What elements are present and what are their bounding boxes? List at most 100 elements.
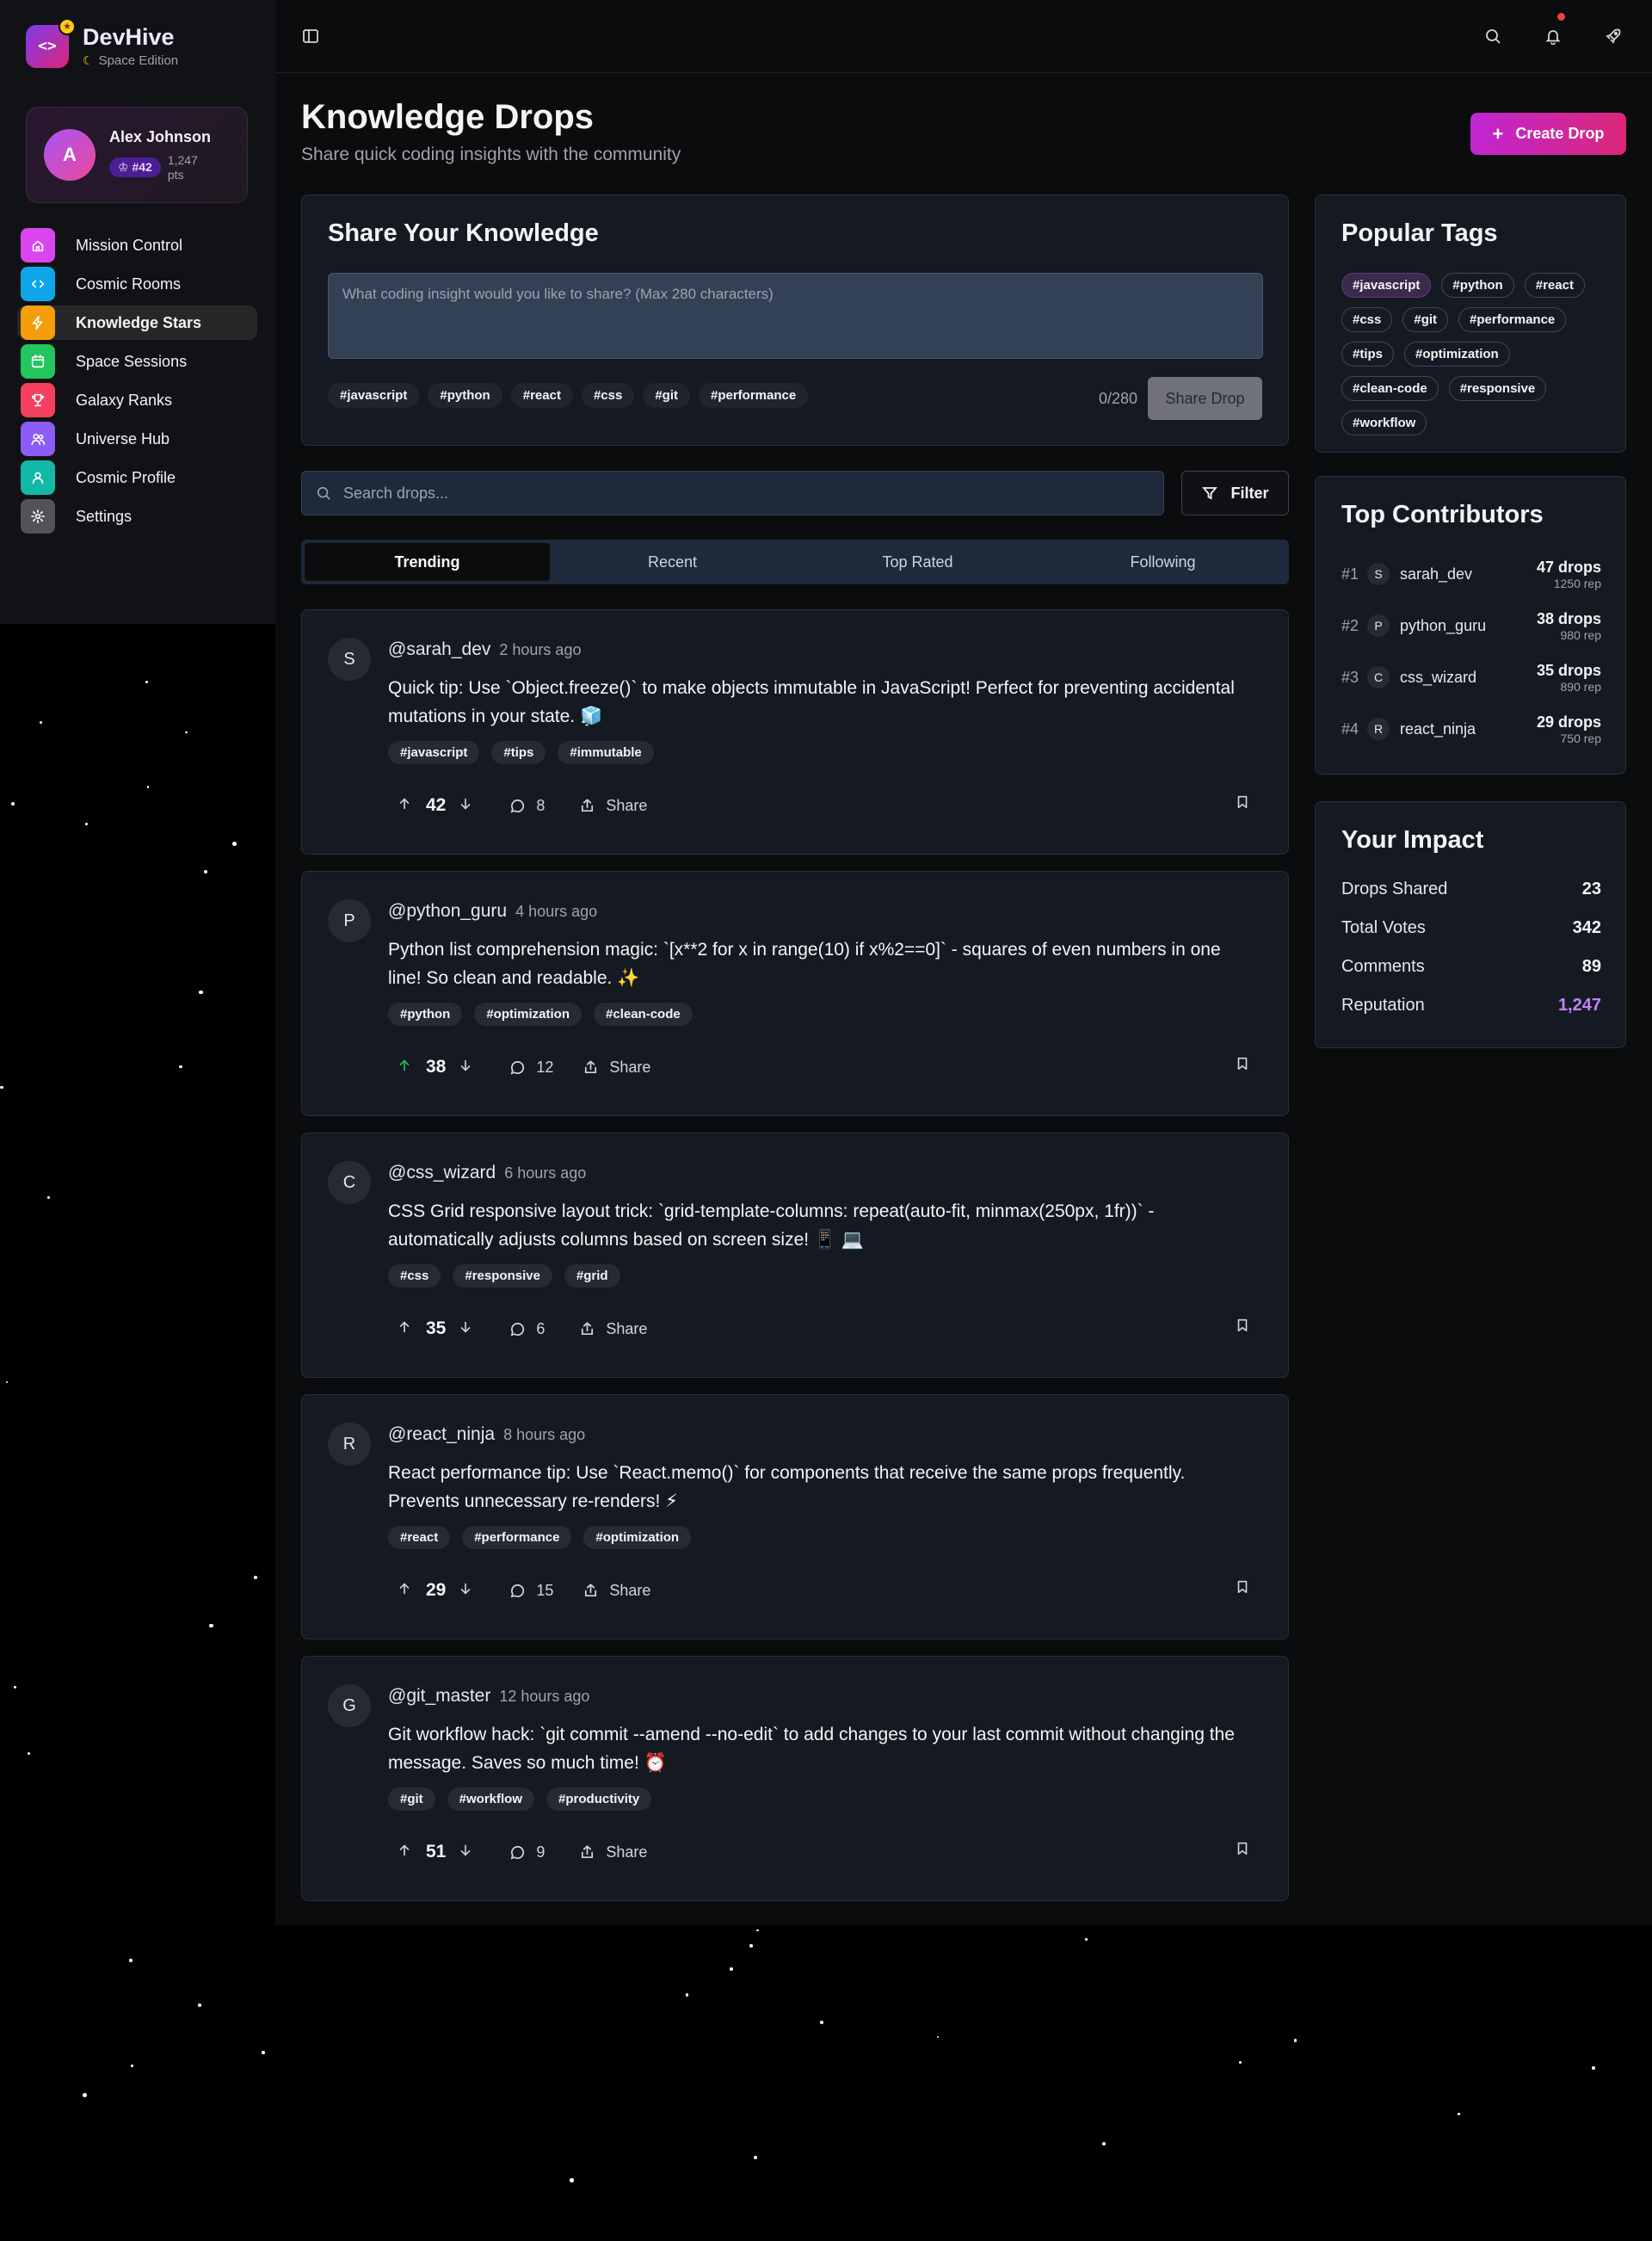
brand[interactable]: <> ★ DevHive ☾ Space Edition bbox=[26, 17, 178, 68]
popular-tag[interactable]: #clean-code bbox=[1341, 376, 1439, 401]
tab-recent[interactable]: Recent bbox=[550, 543, 795, 581]
quick-tag[interactable]: #git bbox=[643, 383, 690, 408]
post-tag[interactable]: #productivity bbox=[546, 1787, 652, 1811]
upvote-icon[interactable] bbox=[397, 1843, 412, 1862]
drop-text-input[interactable]: What coding insight would you like to sh… bbox=[328, 273, 1263, 359]
upvote-icon[interactable] bbox=[397, 796, 412, 816]
impact-row: Reputation 1,247 bbox=[1341, 996, 1601, 1016]
post-author[interactable]: @css_wizard bbox=[388, 1163, 496, 1183]
share-button[interactable]: Share bbox=[583, 1582, 650, 1600]
tab-trending[interactable]: Trending bbox=[305, 543, 550, 581]
bookmark-icon[interactable] bbox=[1235, 794, 1250, 814]
downvote-icon[interactable] bbox=[458, 1058, 473, 1077]
filter-button[interactable]: Filter bbox=[1181, 471, 1289, 515]
post-tag[interactable]: #responsive bbox=[453, 1264, 552, 1287]
downvote-icon[interactable] bbox=[458, 796, 473, 816]
post-tag[interactable]: #javascript bbox=[388, 741, 480, 764]
bookmark-icon[interactable] bbox=[1235, 1056, 1250, 1076]
rocket-icon[interactable] bbox=[1602, 25, 1624, 47]
sidebar-item-settings[interactable]: Settings bbox=[17, 499, 257, 534]
sidebar-item-galaxy-ranks[interactable]: Galaxy Ranks bbox=[17, 383, 257, 417]
post-tag[interactable]: #git bbox=[388, 1787, 435, 1811]
popular-tag[interactable]: #react bbox=[1524, 273, 1585, 298]
popular-tag[interactable]: #css bbox=[1341, 307, 1393, 332]
share-drop-button[interactable]: Share Drop bbox=[1148, 377, 1262, 420]
upvote-icon[interactable] bbox=[397, 1058, 412, 1077]
quick-tag[interactable]: #css bbox=[581, 383, 635, 408]
post-tag[interactable]: #workflow bbox=[447, 1787, 535, 1811]
bookmark-icon[interactable] bbox=[1235, 1579, 1250, 1599]
share-icon bbox=[582, 1321, 594, 1335]
contributor-drops: 29 drops bbox=[1536, 713, 1601, 731]
contributor-row[interactable]: #2 Ppython_guru 38 drops 980 rep bbox=[1341, 604, 1601, 647]
avatar: R bbox=[1367, 718, 1390, 740]
upvote-icon[interactable] bbox=[397, 1319, 412, 1339]
share-button[interactable]: Share bbox=[579, 797, 647, 815]
sidebar-item-knowledge-stars[interactable]: Knowledge Stars bbox=[17, 306, 257, 340]
sidebar-item-label: Cosmic Rooms bbox=[76, 275, 182, 293]
comment-button[interactable]: 8 bbox=[509, 797, 545, 815]
share-button[interactable]: Share bbox=[579, 1320, 647, 1338]
share-button[interactable]: Share bbox=[579, 1843, 647, 1861]
share-icon bbox=[585, 1059, 597, 1073]
post-author[interactable]: @sarah_dev bbox=[388, 639, 490, 660]
post-tag[interactable]: #clean-code bbox=[594, 1003, 693, 1026]
popular-tag[interactable]: #git bbox=[1402, 307, 1449, 332]
contributor-row[interactable]: #4 Rreact_ninja 29 drops 750 rep bbox=[1341, 707, 1601, 750]
post-author[interactable]: @git_master bbox=[388, 1686, 490, 1707]
post-tag[interactable]: #tips bbox=[491, 741, 546, 764]
contributor-row[interactable]: #1 Ssarah_dev 47 drops 1250 rep bbox=[1341, 553, 1601, 596]
comment-button[interactable]: 12 bbox=[509, 1059, 553, 1077]
post-tag[interactable]: #css bbox=[388, 1264, 441, 1287]
sidebar-item-cosmic-profile[interactable]: Cosmic Profile bbox=[17, 460, 257, 495]
quick-tag[interactable]: #javascript bbox=[328, 383, 420, 408]
post-tag[interactable]: #performance bbox=[462, 1526, 572, 1549]
sidebar-item-universe-hub[interactable]: Universe Hub bbox=[17, 422, 257, 456]
popular-tag[interactable]: #optimization bbox=[1404, 342, 1510, 367]
tab-top-rated[interactable]: Top Rated bbox=[795, 543, 1040, 581]
post-author[interactable]: @react_ninja bbox=[388, 1424, 495, 1445]
popular-tag[interactable]: #tips bbox=[1341, 342, 1395, 367]
quick-tag[interactable]: #python bbox=[428, 383, 502, 408]
downvote-icon[interactable] bbox=[458, 1843, 473, 1862]
bookmark-icon[interactable] bbox=[1235, 1841, 1250, 1861]
popular-tag[interactable]: #performance bbox=[1458, 307, 1567, 332]
share-label: Share bbox=[609, 1058, 651, 1076]
sidebar-item-space-sessions[interactable]: Space Sessions bbox=[17, 344, 257, 379]
post-author[interactable]: @python_guru bbox=[388, 901, 507, 922]
comment-icon bbox=[510, 799, 525, 812]
post-tag[interactable]: #python bbox=[388, 1003, 463, 1026]
upvote-icon[interactable] bbox=[397, 1581, 412, 1601]
user-card[interactable]: A Alex Johnson ♔ #42 1,247 pts bbox=[26, 107, 248, 203]
bookmark-icon[interactable] bbox=[1235, 1318, 1250, 1337]
sidebar-toggle-icon[interactable] bbox=[299, 25, 322, 47]
contributor-row[interactable]: #3 Ccss_wizard 35 drops 890 rep bbox=[1341, 656, 1601, 699]
popular-tag[interactable]: #python bbox=[1441, 273, 1514, 298]
popular-tag[interactable]: #javascript bbox=[1341, 273, 1432, 298]
popular-tag[interactable]: #responsive bbox=[1448, 376, 1547, 401]
downvote-icon[interactable] bbox=[458, 1319, 473, 1339]
quick-tag[interactable]: #react bbox=[510, 383, 573, 408]
search-input[interactable]: Search drops... bbox=[301, 471, 1164, 515]
post-tag[interactable]: #react bbox=[388, 1526, 451, 1549]
quick-tag[interactable]: #performance bbox=[698, 383, 809, 408]
post-tag[interactable]: #optimization bbox=[583, 1526, 692, 1549]
post-tag[interactable]: #immutable bbox=[558, 741, 654, 764]
sidebar-item-mission-control[interactable]: Mission Control bbox=[17, 228, 257, 262]
share-button[interactable]: Share bbox=[583, 1059, 650, 1077]
post-tag[interactable]: #optimization bbox=[474, 1003, 583, 1026]
comment-button[interactable]: 9 bbox=[509, 1843, 545, 1861]
bell-icon[interactable] bbox=[1542, 13, 1565, 47]
create-drop-button[interactable]: + Create Drop bbox=[1470, 113, 1626, 155]
comment-button[interactable]: 15 bbox=[509, 1582, 553, 1600]
post-time: 12 hours ago bbox=[499, 1688, 590, 1705]
downvote-icon[interactable] bbox=[458, 1581, 473, 1601]
post-body: CSS Grid responsive layout trick: `grid-… bbox=[388, 1201, 1155, 1250]
popular-tag[interactable]: #workflow bbox=[1341, 411, 1427, 435]
star-dot bbox=[232, 842, 237, 847]
comment-button[interactable]: 6 bbox=[509, 1320, 545, 1338]
search-icon[interactable] bbox=[1482, 25, 1504, 47]
tab-following[interactable]: Following bbox=[1040, 543, 1285, 581]
sidebar-item-cosmic-rooms[interactable]: Cosmic Rooms bbox=[17, 267, 257, 301]
post-tag[interactable]: #grid bbox=[564, 1264, 620, 1287]
